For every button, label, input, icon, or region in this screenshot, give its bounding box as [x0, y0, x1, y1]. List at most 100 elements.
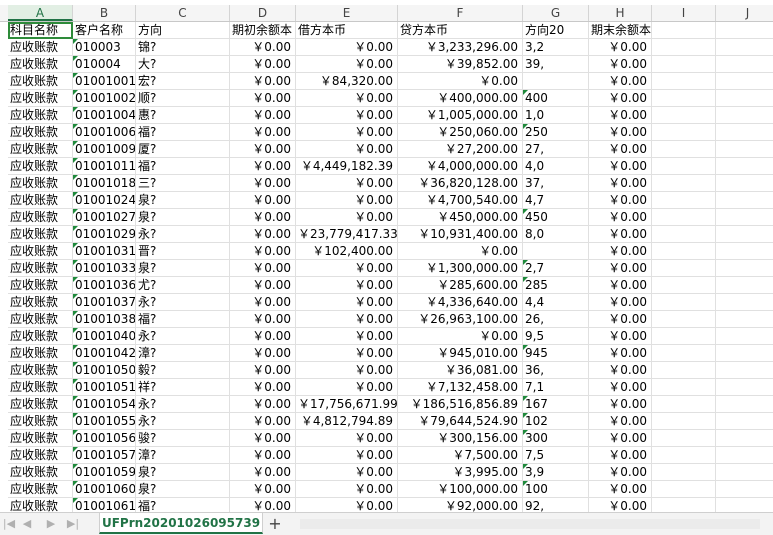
- table-cell[interactable]: ￥0.00: [296, 277, 398, 294]
- table-cell[interactable]: ￥0.00: [589, 464, 652, 481]
- table-cell[interactable]: ￥0.00: [589, 175, 652, 192]
- table-cell[interactable]: [652, 311, 716, 328]
- column-header-c[interactable]: C: [136, 5, 230, 21]
- table-cell[interactable]: 应收账款: [8, 277, 73, 294]
- table-cell[interactable]: 应收账款: [8, 447, 73, 464]
- table-cell[interactable]: [716, 209, 773, 226]
- table-cell[interactable]: ￥0.00: [589, 311, 652, 328]
- table-cell[interactable]: 285: [523, 277, 589, 294]
- table-cell[interactable]: [652, 498, 716, 512]
- table-cell[interactable]: 大?: [136, 56, 230, 73]
- table-cell[interactable]: 01001027: [73, 209, 136, 226]
- table-cell[interactable]: ￥0.00: [589, 107, 652, 124]
- table-cell[interactable]: 泉?: [136, 192, 230, 209]
- table-cell[interactable]: 7,1: [523, 379, 589, 396]
- table-cell[interactable]: ￥0.00: [230, 192, 296, 209]
- table-cell[interactable]: ￥4,700,540.00: [398, 192, 523, 209]
- column-header-a[interactable]: A: [8, 5, 73, 21]
- table-cell[interactable]: ￥0.00: [296, 430, 398, 447]
- table-cell[interactable]: [716, 124, 773, 141]
- table-cell[interactable]: ￥0.00: [230, 56, 296, 73]
- table-cell[interactable]: ￥0.00: [296, 175, 398, 192]
- table-cell[interactable]: [716, 226, 773, 243]
- table-cell[interactable]: 应收账款: [8, 396, 73, 413]
- table-cell[interactable]: 应收账款: [8, 481, 73, 498]
- table-cell[interactable]: ￥39,852.00: [398, 56, 523, 73]
- table-cell[interactable]: [716, 192, 773, 209]
- table-cell[interactable]: ￥0.00: [589, 345, 652, 362]
- next-sheet-nav-icon[interactable]: ▶: [44, 516, 58, 532]
- table-cell[interactable]: [716, 90, 773, 107]
- table-cell[interactable]: ￥0.00: [296, 124, 398, 141]
- table-cell[interactable]: ￥250,060.00: [398, 124, 523, 141]
- sheet-tab[interactable]: UFPrn20201026095739: [99, 513, 263, 534]
- table-cell[interactable]: 漳?: [136, 345, 230, 362]
- table-cell[interactable]: ￥0.00: [230, 464, 296, 481]
- table-cell[interactable]: ￥450,000.00: [398, 209, 523, 226]
- table-cell[interactable]: 应收账款: [8, 226, 73, 243]
- table-cell[interactable]: [716, 396, 773, 413]
- table-cell[interactable]: ￥23,779,417.33: [296, 226, 398, 243]
- table-cell[interactable]: ￥0.00: [230, 379, 296, 396]
- table-cell[interactable]: ￥17,756,671.99: [296, 396, 398, 413]
- table-cell[interactable]: 92,: [523, 498, 589, 512]
- table-cell[interactable]: 永?: [136, 294, 230, 311]
- table-cell[interactable]: 2,7: [523, 260, 589, 277]
- table-cell[interactable]: 01001001: [73, 73, 136, 90]
- table-cell[interactable]: ￥0.00: [230, 328, 296, 345]
- column-header-i[interactable]: I: [652, 5, 716, 21]
- table-cell[interactable]: 应收账款: [8, 39, 73, 56]
- header-cell[interactable]: [716, 22, 773, 39]
- table-cell[interactable]: 永?: [136, 226, 230, 243]
- table-cell[interactable]: ￥84,320.00: [296, 73, 398, 90]
- table-cell[interactable]: 01001024: [73, 192, 136, 209]
- table-cell[interactable]: ￥0.00: [589, 158, 652, 175]
- table-cell[interactable]: 167: [523, 396, 589, 413]
- table-cell[interactable]: [652, 362, 716, 379]
- column-header-d[interactable]: D: [230, 5, 296, 21]
- table-cell[interactable]: ￥0.00: [589, 260, 652, 277]
- table-cell[interactable]: ￥0.00: [589, 124, 652, 141]
- table-cell[interactable]: 01001031: [73, 243, 136, 260]
- table-cell[interactable]: ￥0.00: [296, 498, 398, 512]
- header-cell[interactable]: 期初余额本: [230, 22, 296, 39]
- table-cell[interactable]: ￥0.00: [230, 413, 296, 430]
- table-cell[interactable]: ￥0.00: [589, 328, 652, 345]
- table-cell[interactable]: 8,0: [523, 226, 589, 243]
- table-cell[interactable]: [716, 260, 773, 277]
- table-cell[interactable]: ￥0.00: [296, 141, 398, 158]
- table-cell[interactable]: ￥0.00: [589, 243, 652, 260]
- table-cell[interactable]: 应收账款: [8, 73, 73, 90]
- table-cell[interactable]: 01001042: [73, 345, 136, 362]
- table-cell[interactable]: 400: [523, 90, 589, 107]
- table-cell[interactable]: 01001056: [73, 430, 136, 447]
- table-cell[interactable]: [652, 396, 716, 413]
- first-sheet-nav-icon[interactable]: |◀: [2, 516, 16, 532]
- table-cell[interactable]: 01001055: [73, 413, 136, 430]
- table-cell[interactable]: ￥0.00: [589, 56, 652, 73]
- table-cell[interactable]: 01001036: [73, 277, 136, 294]
- table-cell[interactable]: [652, 430, 716, 447]
- table-cell[interactable]: 应收账款: [8, 430, 73, 447]
- table-cell[interactable]: 泉?: [136, 464, 230, 481]
- table-cell[interactable]: ￥102,400.00: [296, 243, 398, 260]
- table-cell[interactable]: 01001050: [73, 362, 136, 379]
- table-cell[interactable]: 4,7: [523, 192, 589, 209]
- table-cell[interactable]: 应收账款: [8, 294, 73, 311]
- table-cell[interactable]: 01001059: [73, 464, 136, 481]
- table-cell[interactable]: ￥0.00: [589, 396, 652, 413]
- table-cell[interactable]: ￥0.00: [230, 226, 296, 243]
- table-cell[interactable]: [716, 447, 773, 464]
- table-cell[interactable]: 顺?: [136, 90, 230, 107]
- table-cell[interactable]: ￥0.00: [230, 362, 296, 379]
- table-cell[interactable]: [652, 464, 716, 481]
- table-cell[interactable]: ￥92,000.00: [398, 498, 523, 512]
- table-cell[interactable]: ￥7,132,458.00: [398, 379, 523, 396]
- table-cell[interactable]: ￥10,931,400.00: [398, 226, 523, 243]
- table-cell[interactable]: 应收账款: [8, 90, 73, 107]
- table-cell[interactable]: ￥36,820,128.00: [398, 175, 523, 192]
- table-cell[interactable]: [716, 413, 773, 430]
- table-cell[interactable]: ￥3,233,296.00: [398, 39, 523, 56]
- table-cell[interactable]: ￥0.00: [589, 192, 652, 209]
- table-cell[interactable]: ￥0.00: [230, 396, 296, 413]
